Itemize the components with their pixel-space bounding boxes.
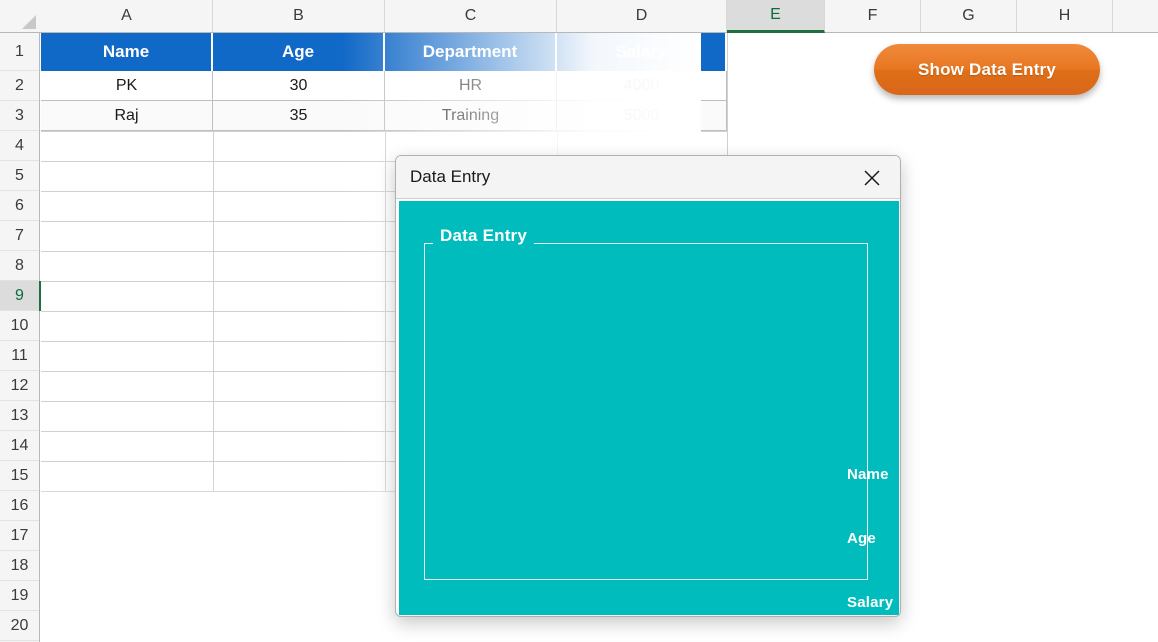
column-header-label: H [1058, 7, 1071, 24]
table-header-cell[interactable]: Age [213, 33, 385, 71]
row-header-label: 5 [15, 166, 24, 184]
row-header-label: 7 [15, 226, 24, 244]
row-header-11[interactable]: 11 [0, 341, 39, 371]
table-header-cell[interactable]: Name [41, 33, 213, 71]
row-header-10[interactable]: 10 [0, 311, 39, 341]
row-header-label: 3 [15, 106, 24, 124]
table-header-cell[interactable]: Department [385, 33, 557, 71]
row-header-15[interactable]: 15 [0, 461, 39, 491]
column-header-label: E [770, 6, 781, 23]
row-header-label: 19 [10, 586, 29, 604]
row-header-17[interactable]: 17 [0, 521, 39, 551]
name-label: Name [847, 466, 889, 483]
column-header-strip[interactable]: A B C D E F G H [0, 0, 1158, 33]
column-header-d[interactable]: D [557, 0, 727, 32]
row-header-label: 11 [11, 346, 28, 364]
select-all-triangle-icon [22, 15, 36, 29]
column-header-a[interactable]: A [41, 0, 213, 32]
column-header-label: D [635, 7, 648, 24]
table-row[interactable]: 4000 [557, 71, 727, 101]
dialog-body: Data Entry Name Age Salary Department Su… [399, 201, 899, 615]
table-row[interactable]: Raj [41, 101, 213, 131]
row-header-14[interactable]: 14 [0, 431, 39, 461]
table-row[interactable]: PK [41, 71, 213, 101]
show-data-entry-button[interactable]: Show Data Entry [874, 44, 1100, 95]
row-header-5[interactable]: 5 [0, 161, 39, 191]
column-header-label: A [121, 7, 132, 24]
table-row[interactable]: Training [385, 101, 557, 131]
row-header-1[interactable]: 1 [0, 33, 39, 71]
row-header-label: 18 [10, 556, 29, 574]
column-header-label: G [962, 7, 975, 24]
row-header-12[interactable]: 12 [0, 371, 39, 401]
salary-label: Salary [847, 594, 894, 611]
row-header-label: 16 [10, 496, 29, 514]
column-header-g[interactable]: G [921, 0, 1017, 32]
row-header-label: 15 [10, 466, 29, 484]
row-header-label: 1 [15, 42, 24, 60]
column-header-c[interactable]: C [385, 0, 557, 32]
column-header-e[interactable]: E [727, 0, 825, 33]
column-header-f[interactable]: F [825, 0, 921, 32]
row-header-19[interactable]: 19 [0, 581, 39, 611]
row-header-label: 8 [15, 256, 24, 274]
age-label: Age [847, 530, 876, 547]
dialog-title: Data Entry [410, 167, 491, 186]
data-entry-dialog: Data Entry Data Entry Name Age Salary De… [395, 155, 901, 617]
column-header-label: B [293, 7, 304, 24]
close-icon[interactable] [850, 160, 894, 196]
row-header-9[interactable]: 9 [0, 281, 39, 311]
row-header-label: 6 [15, 196, 24, 214]
row-header-2[interactable]: 2 [0, 71, 39, 101]
column-header-label: C [464, 7, 477, 24]
row-header-label: 2 [15, 76, 24, 94]
column-header-h[interactable]: H [1017, 0, 1113, 32]
dialog-titlebar[interactable]: Data Entry [396, 156, 900, 199]
row-header-label: 12 [10, 376, 29, 394]
table-row[interactable]: 35 [213, 101, 385, 131]
groupbox-legend: Data Entry [433, 226, 535, 246]
row-header-strip[interactable]: 1 2 3 4 5 6 7 8 9 10 11 12 13 14 15 16 17 18 19 20 [0, 33, 41, 642]
row-header-3[interactable]: 3 [0, 101, 39, 131]
row-header-18[interactable]: 18 [0, 551, 39, 581]
row-header-label: 20 [10, 616, 29, 634]
table-row[interactable]: HR [385, 71, 557, 101]
row-header-13[interactable]: 13 [0, 401, 39, 431]
table-header-cell[interactable]: Salary [557, 33, 727, 71]
row-header-20[interactable]: 20 [0, 611, 39, 641]
active-row-marker [39, 281, 41, 311]
column-header-b[interactable]: B [213, 0, 385, 32]
row-header-label: 13 [10, 406, 29, 424]
table-row[interactable]: 5000 [557, 101, 727, 131]
column-header-label: F [867, 7, 878, 24]
row-header-6[interactable]: 6 [0, 191, 39, 221]
row-header-7[interactable]: 7 [0, 221, 39, 251]
row-header-label: 9 [15, 286, 24, 304]
select-all-corner[interactable] [0, 0, 40, 32]
row-header-16[interactable]: 16 [0, 491, 39, 521]
data-entry-groupbox [424, 243, 868, 580]
row-header-label: 10 [10, 316, 29, 334]
row-header-label: 14 [10, 436, 29, 454]
row-header-label: 17 [10, 526, 29, 544]
row-header-label: 4 [15, 136, 24, 154]
row-header-4[interactable]: 4 [0, 131, 39, 161]
row-header-8[interactable]: 8 [0, 251, 39, 281]
table-row[interactable]: 30 [213, 71, 385, 101]
